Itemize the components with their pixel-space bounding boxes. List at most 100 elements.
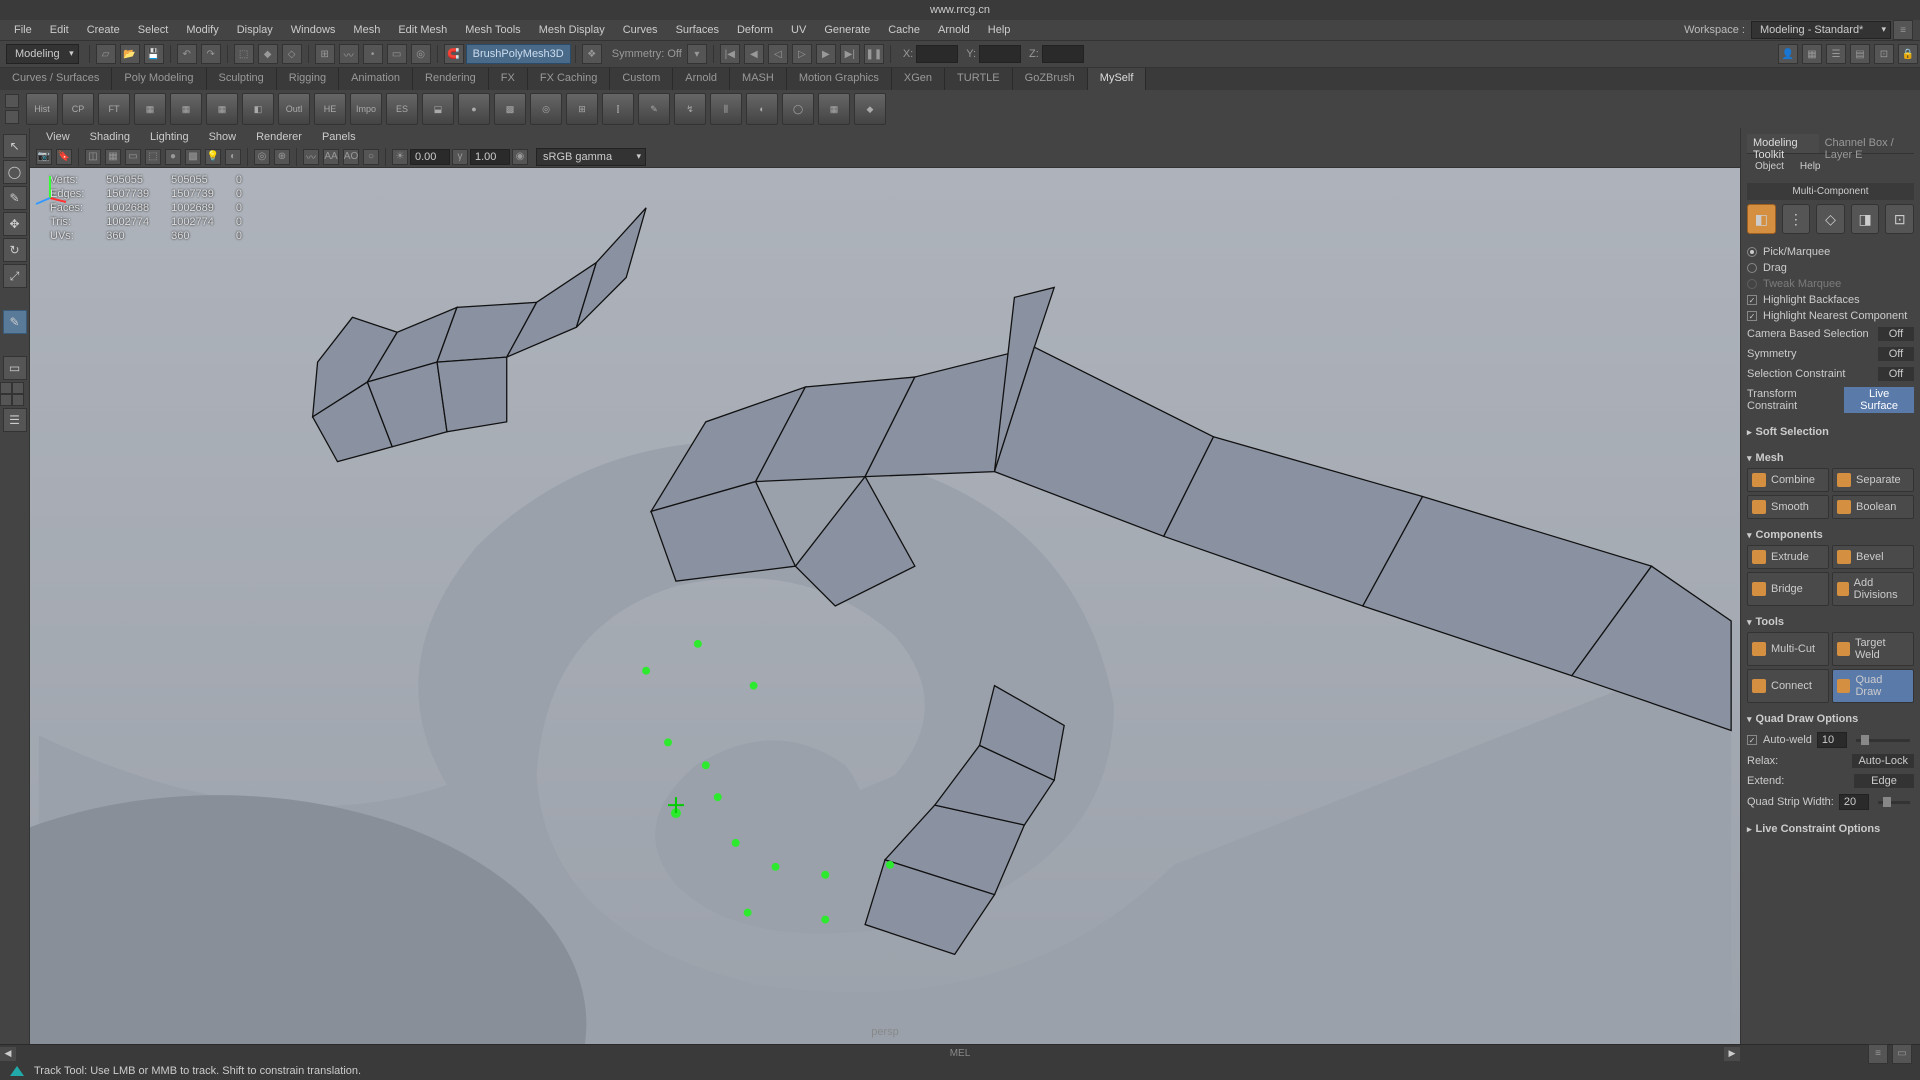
vp-iso-icon[interactable]: ◫ — [85, 149, 101, 165]
shelf-he-button[interactable]: HE — [314, 93, 346, 125]
face-mode-button[interactable]: ◨ — [1851, 204, 1880, 234]
layout-b-icon[interactable] — [12, 382, 24, 394]
shelf-ft-button[interactable]: FT — [98, 93, 130, 125]
menu-mesh-display[interactable]: Mesh Display — [530, 21, 614, 39]
single-pane-icon[interactable]: ▭ — [3, 356, 27, 380]
layout2-icon[interactable]: ☰ — [1826, 44, 1846, 64]
account-icon[interactable]: 👤 — [1778, 44, 1798, 64]
tab-motion-graphics[interactable]: Motion Graphics — [787, 68, 892, 90]
symmetry-dropdown-icon[interactable]: ▾ — [687, 44, 707, 64]
lasso-tool[interactable]: ◯ — [3, 160, 27, 184]
tab-gozbrush[interactable]: GoZBrush — [1013, 68, 1088, 90]
vp-dof-icon[interactable]: ○ — [363, 149, 379, 165]
tab-channel-box[interactable]: Channel Box / Layer E — [1819, 134, 1914, 153]
snap-point-icon[interactable]: • — [363, 44, 383, 64]
vp-shadows-icon[interactable]: ◐ — [225, 149, 241, 165]
quad-draw-options-section[interactable]: Quad Draw Options — [1747, 709, 1914, 729]
vp-motion-icon[interactable]: 〰 — [303, 149, 319, 165]
rewind-icon[interactable]: |◀ — [720, 44, 740, 64]
separate-button[interactable]: Separate — [1832, 468, 1914, 492]
multi-cut-button[interactable]: Multi-Cut — [1747, 632, 1829, 666]
layout4-icon[interactable]: ⊡ — [1874, 44, 1894, 64]
move-tool[interactable]: ✥ — [3, 212, 27, 236]
menu-surfaces[interactable]: Surfaces — [667, 21, 728, 39]
play-back-icon[interactable]: ◁ — [768, 44, 788, 64]
snap-grid-icon[interactable]: ⊞ — [315, 44, 335, 64]
menu-select[interactable]: Select — [129, 21, 178, 39]
shelf-sphere-icon[interactable]: ● — [458, 93, 490, 125]
menu-help[interactable]: Help — [979, 21, 1020, 39]
vp-lighting[interactable]: Lighting — [140, 129, 199, 145]
shelf-split-icon[interactable]: ⫿ — [602, 93, 634, 125]
paint-select-tool[interactable]: ✎ — [3, 186, 27, 210]
shelf-impo-button[interactable]: Impo — [350, 93, 382, 125]
menu-create[interactable]: Create — [78, 21, 129, 39]
rotate-tool[interactable]: ↻ — [3, 238, 27, 262]
tab-poly-modeling[interactable]: Poly Modeling — [112, 68, 206, 90]
transform-constraint-value[interactable]: Live Surface — [1844, 387, 1914, 413]
vp-panels[interactable]: Panels — [312, 129, 366, 145]
live-object-field[interactable]: BrushPolyMesh3D — [466, 44, 571, 64]
undo-icon[interactable]: ↶ — [177, 44, 197, 64]
shelf-grid-icon[interactable]: ⊞ — [566, 93, 598, 125]
vp-bookmark-icon[interactable]: 🔖 — [56, 149, 72, 165]
symmetry-value[interactable]: Off — [1878, 347, 1914, 361]
menu-uv[interactable]: UV — [782, 21, 815, 39]
tab-modeling-toolkit[interactable]: Modeling Toolkit — [1747, 134, 1819, 153]
live-constraint-section[interactable]: Live Constraint Options — [1747, 819, 1914, 839]
select-tool[interactable]: ↖ — [3, 134, 27, 158]
tab-sculpting[interactable]: Sculpting — [207, 68, 277, 90]
menu-mesh[interactable]: Mesh — [344, 21, 389, 39]
layout1-icon[interactable]: ▦ — [1802, 44, 1822, 64]
magnet-icon[interactable]: 🧲 — [444, 44, 464, 64]
range-slider[interactable]: ◀ MEL ▶ ≡ ▭ — [0, 1044, 1920, 1062]
open-scene-icon[interactable]: 📂 — [120, 44, 140, 64]
shelf-lattice-icon[interactable]: ▦ — [818, 93, 850, 125]
highlight-backfaces-check[interactable] — [1747, 295, 1757, 305]
outliner-icon[interactable]: ☰ — [3, 408, 27, 432]
uv-mode-button[interactable]: ⊡ — [1885, 204, 1914, 234]
vp-grid-icon[interactable]: ▦ — [105, 149, 121, 165]
vp-renderer[interactable]: Renderer — [246, 129, 312, 145]
shelf-menu-icon[interactable] — [5, 110, 19, 124]
edge-mode-button[interactable]: ◇ — [1816, 204, 1845, 234]
menu-arnold[interactable]: Arnold — [929, 21, 979, 39]
shelf-es-button[interactable]: ES — [386, 93, 418, 125]
vp-view[interactable]: View — [36, 129, 80, 145]
extend-value[interactable]: Edge — [1854, 774, 1914, 788]
scale-tool[interactable]: ⤢ — [3, 264, 27, 288]
shelf-bridge-icon[interactable]: ⫼ — [710, 93, 742, 125]
quad-strip-width-slider[interactable] — [1878, 801, 1910, 804]
shelf-checker-icon[interactable]: ▩ — [494, 93, 526, 125]
shelf-toggle-icon[interactable] — [5, 94, 19, 108]
menu-modify[interactable]: Modify — [177, 21, 227, 39]
menu-edit-mesh[interactable]: Edit Mesh — [389, 21, 456, 39]
command-line-icon[interactable]: ▭ — [1892, 1044, 1912, 1064]
auto-weld-check[interactable] — [1747, 735, 1757, 745]
tab-mash[interactable]: MASH — [730, 68, 787, 90]
vp-textured-icon[interactable]: ▩ — [185, 149, 201, 165]
vp-exposure-icon[interactable]: ☀ — [392, 149, 408, 165]
select-by-component-icon[interactable]: ◇ — [282, 44, 302, 64]
z-input[interactable] — [1042, 45, 1084, 63]
bevel-button[interactable]: Bevel — [1832, 545, 1914, 569]
step-fwd-icon[interactable]: ▶ — [816, 44, 836, 64]
tab-rendering[interactable]: Rendering — [413, 68, 489, 90]
save-scene-icon[interactable]: 💾 — [144, 44, 164, 64]
tab-fx[interactable]: FX — [489, 68, 528, 90]
vp-aa-icon[interactable]: AA — [323, 149, 339, 165]
shelf-hist-button[interactable]: Hist — [26, 93, 58, 125]
vp-xray-icon[interactable]: ◎ — [254, 149, 270, 165]
snap-live-icon[interactable]: ◎ — [411, 44, 431, 64]
highlight-nearest-check[interactable] — [1747, 311, 1757, 321]
lock-icon[interactable]: 🔒 — [1898, 44, 1918, 64]
quad-strip-width-value[interactable] — [1839, 794, 1869, 810]
y-input[interactable] — [979, 45, 1021, 63]
gamma-field[interactable]: 1.00 — [470, 149, 510, 165]
redo-icon[interactable]: ↷ — [201, 44, 221, 64]
select-by-object-icon[interactable]: ◆ — [258, 44, 278, 64]
vp-show[interactable]: Show — [199, 129, 247, 145]
menu-generate[interactable]: Generate — [815, 21, 879, 39]
shelf-smooth-icon[interactable]: ◐ — [746, 93, 778, 125]
menu-file[interactable]: File — [5, 21, 41, 39]
